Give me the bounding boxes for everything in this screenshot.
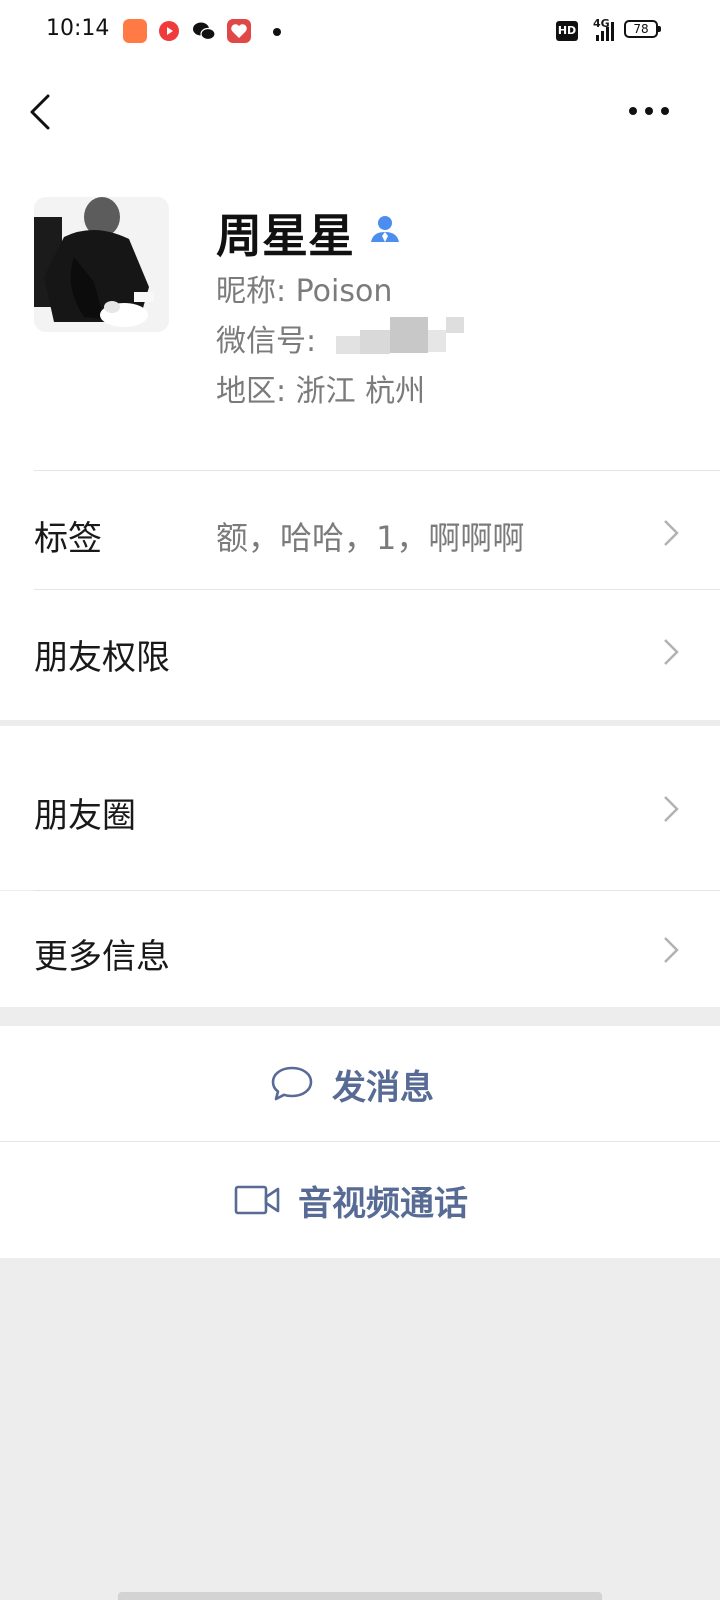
notification-dot bbox=[273, 28, 281, 36]
row-tags[interactable]: 标签 额，哈哈，1，啊啊啊 bbox=[0, 471, 720, 589]
battery-indicator: 78 bbox=[624, 20, 661, 38]
status-bar: 10:14 HD 4G 78 bbox=[0, 0, 720, 62]
wechat-id-label: 微信号: bbox=[216, 324, 317, 359]
chevron-right-icon bbox=[664, 520, 679, 546]
row-tags-value: 额，哈哈，1，啊啊啊 bbox=[216, 519, 525, 557]
send-message-button[interactable]: 发消息 bbox=[0, 1026, 720, 1142]
wechat-app-icon bbox=[192, 19, 216, 43]
chevron-right-icon bbox=[664, 937, 679, 963]
kuaishou-app-icon bbox=[123, 19, 147, 43]
row-moments-label: 朋友圈 bbox=[34, 796, 136, 836]
row-friend-permissions[interactable]: 朋友权限 bbox=[0, 590, 720, 708]
status-time: 10:14 bbox=[46, 16, 110, 41]
nickname-line: 昵称: Poison bbox=[216, 274, 393, 309]
row-more-info-label: 更多信息 bbox=[34, 937, 170, 977]
gesture-bar bbox=[118, 1592, 602, 1600]
row-friend-permissions-label: 朋友权限 bbox=[34, 638, 170, 678]
send-message-label: 发消息 bbox=[332, 1067, 434, 1108]
row-tags-label: 标签 bbox=[34, 519, 102, 559]
contact-person-icon bbox=[371, 216, 399, 242]
profile-name: 周星星 bbox=[216, 209, 354, 263]
chat-bubble-icon bbox=[271, 1066, 313, 1101]
chevron-left-icon[interactable] bbox=[24, 92, 58, 132]
region-line: 地区: 浙江 杭州 bbox=[216, 374, 426, 409]
gift-app-icon bbox=[227, 19, 251, 43]
chevron-right-icon bbox=[664, 639, 679, 665]
row-more-info[interactable]: 更多信息 bbox=[0, 891, 720, 1007]
signal-strength-icon bbox=[596, 22, 614, 41]
avatar[interactable] bbox=[34, 197, 169, 332]
hd-badge: HD bbox=[556, 21, 578, 41]
av-call-button[interactable]: 音视频通话 bbox=[0, 1142, 720, 1258]
video-app-icon bbox=[157, 19, 181, 43]
av-call-label: 音视频通话 bbox=[298, 1183, 468, 1224]
video-camera-icon bbox=[234, 1185, 280, 1215]
row-moments[interactable]: 朋友圈 bbox=[0, 726, 720, 890]
more-dots-icon[interactable] bbox=[626, 104, 672, 118]
chevron-right-icon bbox=[664, 796, 679, 822]
